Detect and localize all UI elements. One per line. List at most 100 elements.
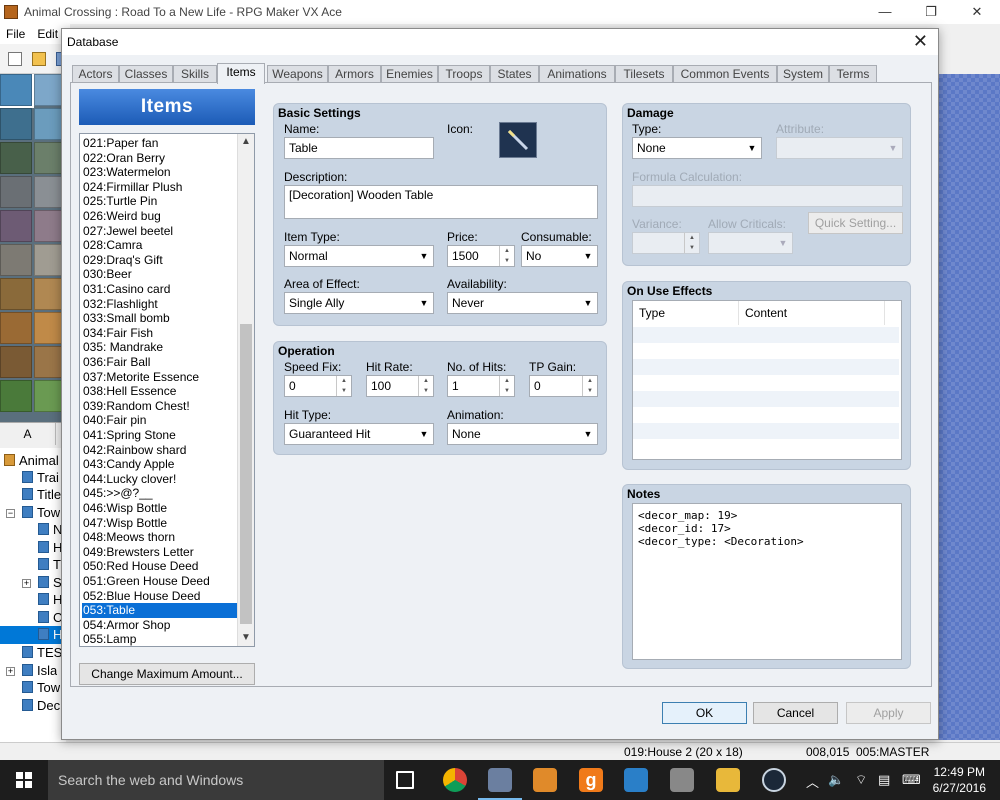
restore-button[interactable]: ❐: [908, 0, 954, 24]
item-list-row[interactable]: 054:Armor Shop: [82, 618, 238, 633]
tile[interactable]: [0, 244, 32, 276]
notifications-icon[interactable]: ▤: [878, 772, 890, 788]
tab-classes[interactable]: Classes: [119, 65, 173, 83]
list-scrollbar[interactable]: ▲ ▼: [237, 134, 254, 646]
tab-weapons[interactable]: Weapons: [267, 65, 328, 83]
wifi-icon[interactable]: ⌔: [855, 772, 867, 788]
item-list-row[interactable]: 028:Camra: [82, 238, 238, 253]
speed-fix-stepper[interactable]: 0 ▲ ▼: [284, 375, 352, 397]
item-list-row[interactable]: 037:Metorite Essence: [82, 370, 238, 385]
animation-select[interactable]: None ▼: [447, 423, 598, 445]
effects-col-type[interactable]: Type: [633, 301, 739, 325]
item-list[interactable]: 021:Paper fan 022:Oran Berry 023:Watermelo…: [79, 133, 255, 647]
spin-arrows-icon[interactable]: ▲ ▼: [418, 376, 433, 396]
item-list-row[interactable]: 042:Rainbow shard: [82, 443, 238, 458]
scroll-down-icon[interactable]: ▼: [238, 630, 254, 646]
area-of-effect-select[interactable]: Single Ally ▼: [284, 292, 434, 314]
scroll-up-icon[interactable]: ▲: [238, 134, 254, 150]
effects-row[interactable]: [633, 375, 899, 391]
notes-textarea[interactable]: <decor_map: 19> <decor_id: 17> <decor_ty…: [632, 503, 902, 660]
item-list-row[interactable]: 052:Blue House Deed: [82, 589, 238, 604]
game-app-icon[interactable]: [533, 768, 557, 792]
steam-icon[interactable]: [762, 768, 786, 792]
tile[interactable]: [0, 210, 32, 242]
item-list-row[interactable]: 024:Firmillar Plush: [82, 180, 238, 195]
tile-palette[interactable]: [0, 74, 66, 422]
close-window-button[interactable]: ✕: [954, 0, 1000, 24]
effects-row[interactable]: [633, 407, 899, 423]
collapse-icon[interactable]: −: [6, 509, 15, 518]
item-list-row[interactable]: 040:Fair pin: [82, 413, 238, 428]
keyboard-icon[interactable]: ⌨: [902, 772, 921, 788]
chrome-icon[interactable]: [443, 768, 467, 792]
tab-tilesets[interactable]: Tilesets: [615, 65, 673, 83]
effects-table[interactable]: Type Content: [632, 300, 902, 460]
tab-items[interactable]: Items: [217, 63, 265, 84]
tree-map-item[interactable]: Title: [22, 486, 61, 504]
taskbar-clock[interactable]: 12:49 PM 6/27/2016: [933, 764, 986, 796]
tile[interactable]: [0, 108, 32, 140]
tray-chevron-icon[interactable]: ︿: [806, 772, 819, 791]
tile[interactable]: [0, 278, 32, 310]
item-list-row[interactable]: 027:Jewel beetel: [82, 224, 238, 239]
tab-actors[interactable]: Actors: [72, 65, 119, 83]
item-list-row[interactable]: 045:>>@?__: [82, 486, 238, 501]
effects-row[interactable]: [633, 327, 899, 343]
tab-enemies[interactable]: Enemies: [381, 65, 438, 83]
tile-selected[interactable]: [0, 74, 34, 108]
tile[interactable]: [0, 346, 32, 378]
description-field[interactable]: [Decoration] Wooden Table: [284, 185, 598, 219]
item-type-select[interactable]: Normal ▼: [284, 245, 434, 267]
effects-row[interactable]: [633, 343, 899, 359]
tree-map-item-selected[interactable]: H: [0, 626, 66, 644]
effects-row[interactable]: [633, 439, 899, 455]
spin-arrows-icon[interactable]: ▲ ▼: [582, 376, 597, 396]
item-list-row[interactable]: 033:Small bomb: [82, 311, 238, 326]
spin-arrows-icon[interactable]: ▲ ▼: [499, 246, 514, 266]
calculator-icon[interactable]: [670, 768, 694, 792]
scroll-thumb[interactable]: [240, 324, 252, 624]
tab-common-events[interactable]: Common Events: [673, 65, 777, 83]
tree-map-item[interactable]: S: [38, 574, 62, 592]
tree-map-item[interactable]: N: [38, 521, 62, 539]
tree-project-root[interactable]: Animal: [4, 452, 59, 470]
item-list-row[interactable]: 021:Paper fan: [82, 136, 238, 151]
tree-map-item[interactable]: H: [38, 539, 62, 557]
item-list-row[interactable]: 050:Red House Deed: [82, 559, 238, 574]
rpg-maker-icon[interactable]: [478, 768, 522, 800]
item-list-row[interactable]: 044:Lucky clover!: [82, 472, 238, 487]
effects-row[interactable]: [633, 359, 899, 375]
spin-arrows-icon[interactable]: ▲ ▼: [499, 376, 514, 396]
taskbar-search[interactable]: Search the web and Windows: [48, 760, 384, 800]
minimize-button[interactable]: —: [862, 0, 908, 24]
tab-animations[interactable]: Animations: [539, 65, 615, 83]
tile[interactable]: [0, 176, 32, 208]
tree-map-item[interactable]: Tow: [22, 504, 60, 522]
tree-map-item[interactable]: Tow: [22, 679, 60, 697]
item-list-row[interactable]: 039:Random Chest!: [82, 399, 238, 414]
menu-edit[interactable]: Edit: [31, 24, 64, 44]
item-list-row[interactable]: 055:Lamp: [82, 632, 238, 646]
item-list-row[interactable]: 023:Watermelon: [82, 165, 238, 180]
map-tree[interactable]: Animal Trai Title − Tow N H T + S H C H …: [0, 448, 66, 744]
item-list-row[interactable]: 031:Casino card: [82, 282, 238, 297]
item-list-row[interactable]: 046:Wisp Bottle: [82, 501, 238, 516]
start-button[interactable]: [0, 760, 48, 800]
tree-map-item[interactable]: Dec: [22, 697, 60, 715]
tile[interactable]: [0, 312, 32, 344]
hit-type-select[interactable]: Guaranteed Hit ▼: [284, 423, 434, 445]
palette-tab-a[interactable]: A: [0, 423, 56, 445]
item-list-row[interactable]: 034:Fair Fish: [82, 326, 238, 341]
item-list-row[interactable]: 048:Meows thorn: [82, 530, 238, 545]
tree-map-item[interactable]: Isla: [22, 662, 57, 680]
damage-type-select[interactable]: None ▼: [632, 137, 762, 159]
item-list-row[interactable]: 029:Draq's Gift: [82, 253, 238, 268]
tab-troops[interactable]: Troops: [438, 65, 490, 83]
effects-col-content[interactable]: Content: [739, 301, 885, 325]
item-list-row[interactable]: 030:Beer: [82, 267, 238, 282]
tree-map-item[interactable]: T: [38, 556, 61, 574]
map-canvas[interactable]: [935, 74, 1000, 740]
ok-button[interactable]: OK: [662, 702, 747, 724]
item-list-row[interactable]: 026:Weird bug: [82, 209, 238, 224]
item-list-row[interactable]: 025:Turtle Pin: [82, 194, 238, 209]
